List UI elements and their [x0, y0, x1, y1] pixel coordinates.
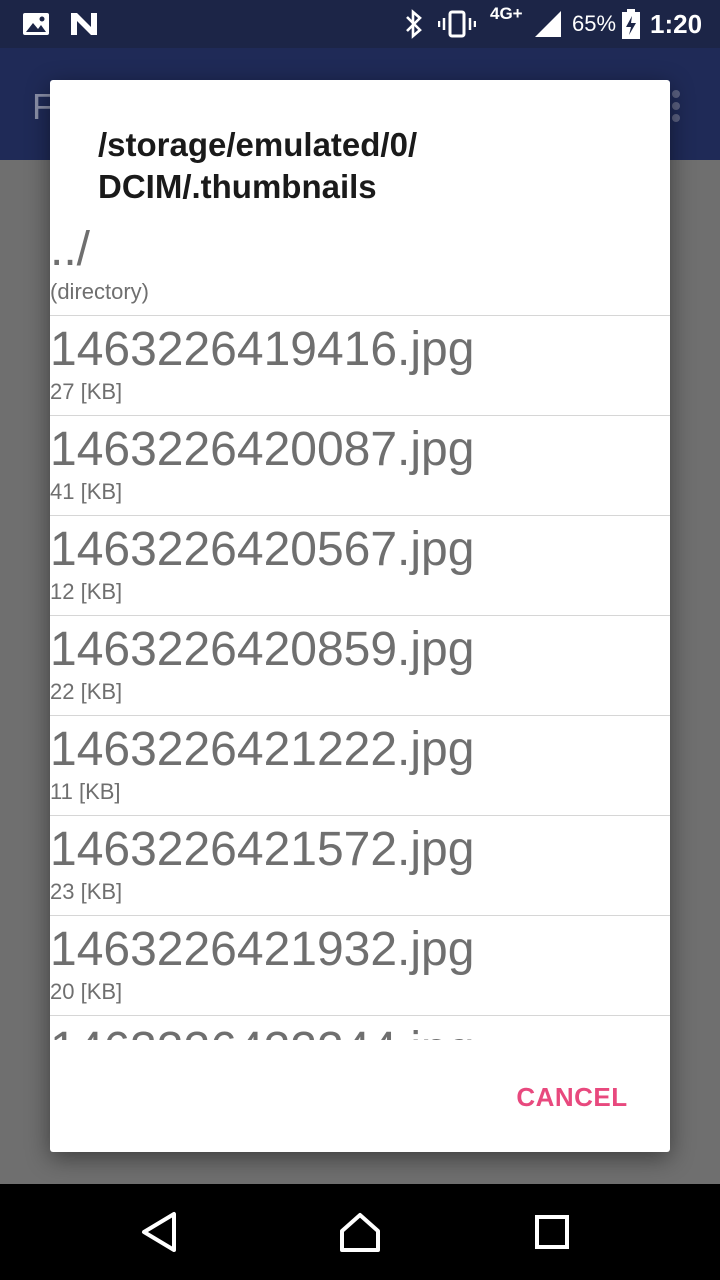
file-list[interactable]: ../ (directory) 1463226419416.jpg 27 [KB…	[50, 216, 670, 1040]
file-name: 1463226420859.jpg	[50, 623, 475, 676]
file-size: 41 [KB]	[50, 479, 123, 504]
list-item[interactable]: 1463226419416.jpg 27 [KB]	[50, 316, 670, 416]
file-size: 11 [KB]	[50, 779, 121, 804]
file-name: 1463226421572.jpg	[50, 823, 475, 876]
dialog-title-line-2: DCIM/.thumbnails	[98, 168, 377, 205]
list-item[interactable]: 1463226421572.jpg 23 [KB]	[50, 816, 670, 916]
file-name: 1463226421932.jpg	[50, 923, 475, 976]
vibrate-icon	[438, 0, 476, 48]
bluetooth-icon	[402, 0, 426, 48]
image-icon	[22, 0, 50, 48]
clock: 1:20	[650, 9, 703, 39]
recents-icon[interactable]	[520, 1200, 584, 1264]
battery-charging-icon	[620, 0, 642, 48]
file-name: ../	[50, 223, 91, 276]
status-bar: 4G+ 65% 1:20	[0, 0, 720, 48]
cancel-button[interactable]: CANCEL	[502, 1076, 642, 1118]
list-item[interactable]: 1463226421932.jpg 20 [KB]	[50, 916, 670, 1016]
dialog-title: /storage/emulated/0/ DCIM/.thumbnails	[98, 124, 618, 208]
back-icon[interactable]	[128, 1200, 192, 1264]
list-item[interactable]: 1463226421222.jpg 11 [KB]	[50, 716, 670, 816]
list-item[interactable]: 1463226420567.jpg 12 [KB]	[50, 516, 670, 616]
list-item[interactable]: 1463226420087.jpg 41 [KB]	[50, 416, 670, 516]
file-name: 1463226422244.jpg	[50, 1016, 474, 1040]
file-size: 12 [KB]	[50, 579, 123, 604]
file-chooser-dialog: /storage/emulated/0/ DCIM/.thumbnails ..…	[50, 80, 670, 1152]
file-size: 22 [KB]	[50, 679, 123, 704]
n-notification-icon	[68, 0, 100, 48]
file-size: 23 [KB]	[50, 879, 123, 904]
file-size: 27 [KB]	[50, 379, 123, 404]
file-name: 1463226420087.jpg	[50, 423, 475, 476]
file-meta: (directory)	[50, 279, 150, 304]
signal-icon	[532, 0, 564, 48]
dialog-title-line-1: /storage/emulated/0/	[98, 126, 418, 163]
file-name: 1463226420567.jpg	[50, 523, 475, 576]
network-type: 4G+	[490, 4, 523, 23]
home-icon[interactable]	[328, 1200, 392, 1264]
navigation-bar	[0, 1184, 720, 1280]
list-item-parent-directory[interactable]: ../ (directory)	[50, 216, 670, 316]
list-item[interactable]: 1463226422244.jpg	[50, 1016, 670, 1040]
file-name: 1463226421222.jpg	[50, 723, 475, 776]
file-name: 1463226419416.jpg	[50, 323, 475, 376]
file-size: 20 [KB]	[50, 979, 123, 1004]
battery-percent: 65%	[572, 11, 617, 36]
list-item[interactable]: 1463226420859.jpg 22 [KB]	[50, 616, 670, 716]
